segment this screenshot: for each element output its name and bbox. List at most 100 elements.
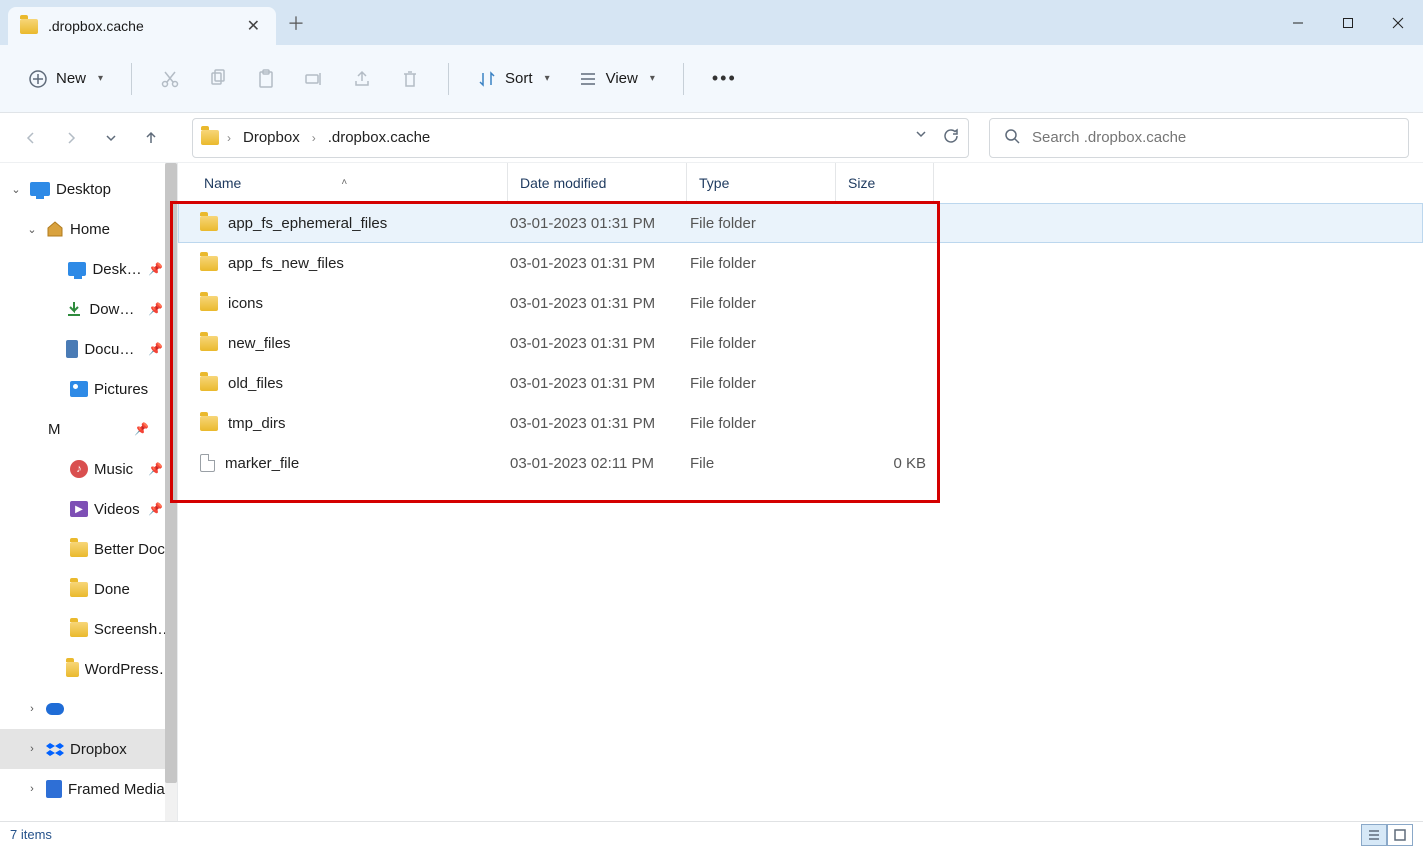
chevron-right-icon[interactable]: › [24, 703, 40, 715]
window-tab[interactable]: .dropbox.cache ✕ [8, 7, 276, 45]
rename-button[interactable] [292, 63, 336, 95]
maximize-button[interactable] [1323, 0, 1373, 45]
view-button[interactable]: View ▾ [566, 63, 667, 95]
separator [683, 63, 684, 95]
file-date: 03-01-2023 01:31 PM [510, 335, 690, 352]
column-label: Date modified [520, 175, 606, 191]
address-row: › Dropbox › .dropbox.cache [0, 113, 1423, 163]
file-row[interactable]: app_fs_new_files03-01-2023 01:31 PMFile … [178, 243, 1423, 283]
tree-pictures[interactable]: · Pictures [0, 369, 177, 409]
file-type: File folder [690, 335, 840, 352]
chevron-down-icon: ▾ [98, 73, 103, 84]
file-row[interactable]: marker_file03-01-2023 02:11 PMFile0 KB [178, 443, 1423, 483]
window-controls [1273, 0, 1423, 45]
search-icon [1004, 128, 1020, 147]
file-row[interactable]: new_files03-01-2023 01:31 PMFile folder [178, 323, 1423, 363]
download-icon [65, 300, 83, 318]
separator [131, 63, 132, 95]
tree-wordpress[interactable]: · WordPress Plugins [0, 649, 177, 689]
close-tab-button[interactable]: ✕ [239, 12, 268, 40]
forward-button[interactable] [54, 121, 88, 155]
address-bar[interactable]: › Dropbox › .dropbox.cache [192, 118, 969, 158]
tree-onedrive[interactable]: › [0, 689, 177, 729]
chevron-right-icon[interactable]: › [24, 783, 40, 795]
delete-button[interactable] [388, 63, 432, 95]
folder-icon [70, 582, 88, 597]
share-button[interactable] [340, 63, 384, 95]
search-input[interactable] [1032, 129, 1394, 146]
sort-icon [477, 69, 497, 89]
file-date: 03-01-2023 02:11 PM [510, 455, 690, 472]
column-label: Type [699, 175, 729, 191]
folder-icon [66, 662, 79, 677]
close-window-button[interactable] [1373, 0, 1423, 45]
breadcrumb-segment[interactable]: .dropbox.cache [324, 127, 435, 148]
pin-icon: 📌 [134, 422, 149, 436]
tree-unknown[interactable]: M 📌 [0, 409, 177, 449]
tree-label: Desktop [56, 181, 111, 198]
thumbnails-view-button[interactable] [1387, 824, 1413, 846]
new-tab-button[interactable]: ＋ [276, 3, 316, 43]
file-date: 03-01-2023 01:31 PM [510, 215, 690, 232]
copy-button[interactable] [196, 63, 240, 95]
tree-downloads[interactable]: · Downloads 📌 [0, 289, 177, 329]
titlebar: .dropbox.cache ✕ ＋ [0, 0, 1423, 45]
more-button[interactable]: ••• [700, 62, 749, 95]
tree-label: WordPress Plugins [85, 661, 177, 678]
rename-icon [304, 69, 324, 89]
refresh-button[interactable] [942, 127, 960, 148]
tree-videos[interactable]: ·▶ Videos 📌 [0, 489, 177, 529]
chevron-down-icon[interactable]: ⌄ [24, 223, 40, 236]
file-list[interactable]: app_fs_ephemeral_files 03-01-2023 01:31 P… [178, 203, 1423, 821]
back-button[interactable] [14, 121, 48, 155]
up-button[interactable] [134, 121, 168, 155]
tree-documents[interactable]: · Documents 📌 [0, 329, 177, 369]
file-name: marker_file [225, 455, 299, 472]
column-date[interactable]: Date modified [508, 163, 687, 202]
file-row[interactable]: icons03-01-2023 01:31 PMFile folder [178, 283, 1423, 323]
tree-music[interactable]: ·♪ Music 📌 [0, 449, 177, 489]
file-row[interactable]: tmp_dirs03-01-2023 01:31 PMFile folder [178, 403, 1423, 443]
file-name: app_fs_ephemeral_files [228, 215, 387, 232]
tree-quick-desktop[interactable]: · Desktop 📌 [0, 249, 177, 289]
pin-icon: 📌 [148, 342, 163, 356]
column-name[interactable]: Name ˄ [200, 163, 508, 202]
chevron-right-icon: › [225, 131, 233, 145]
tree-desktop[interactable]: ⌄ Desktop [0, 169, 177, 209]
breadcrumb-segment[interactable]: Dropbox [239, 127, 304, 148]
tree-dropbox[interactable]: › Dropbox [0, 729, 177, 769]
file-name: icons [228, 295, 263, 312]
cut-button[interactable] [148, 63, 192, 95]
file-type: File folder [690, 215, 840, 232]
pin-icon: 📌 [148, 302, 163, 316]
details-view-button[interactable] [1361, 824, 1387, 846]
tab-title: .dropbox.cache [48, 18, 239, 34]
folder-icon [200, 416, 218, 431]
minimize-button[interactable] [1273, 0, 1323, 45]
scrollbar-thumb[interactable] [165, 163, 177, 783]
new-button[interactable]: New ▾ [16, 63, 115, 95]
tree-home[interactable]: ⌄ Home [0, 209, 177, 249]
chevron-right-icon[interactable]: › [24, 743, 40, 755]
chevron-down-icon: ▾ [650, 73, 655, 84]
sort-button[interactable]: Sort ▾ [465, 63, 562, 95]
dropbox-icon [46, 740, 64, 758]
tree-screenshots[interactable]: · Screenshots [0, 609, 177, 649]
tree-framed[interactable]: › Framed Media [0, 769, 177, 809]
file-row[interactable]: app_fs_ephemeral_files 03-01-2023 01:31 P… [178, 203, 1423, 243]
database-icon [46, 780, 62, 798]
column-type[interactable]: Type [687, 163, 836, 202]
file-row[interactable]: old_files03-01-2023 01:31 PMFile folder [178, 363, 1423, 403]
paste-button[interactable] [244, 63, 288, 95]
column-size[interactable]: Size [836, 163, 934, 202]
recent-button[interactable] [94, 121, 128, 155]
tree-betterdocs[interactable]: · Better Docs [0, 529, 177, 569]
chevron-down-icon: ▾ [545, 73, 550, 84]
chevron-down-icon[interactable] [914, 127, 928, 148]
search-box[interactable] [989, 118, 1409, 158]
file-name: old_files [228, 375, 283, 392]
file-name: app_fs_new_files [228, 255, 344, 272]
view-icon [578, 69, 598, 89]
chevron-down-icon[interactable]: ⌄ [8, 183, 24, 196]
tree-done[interactable]: · Done [0, 569, 177, 609]
